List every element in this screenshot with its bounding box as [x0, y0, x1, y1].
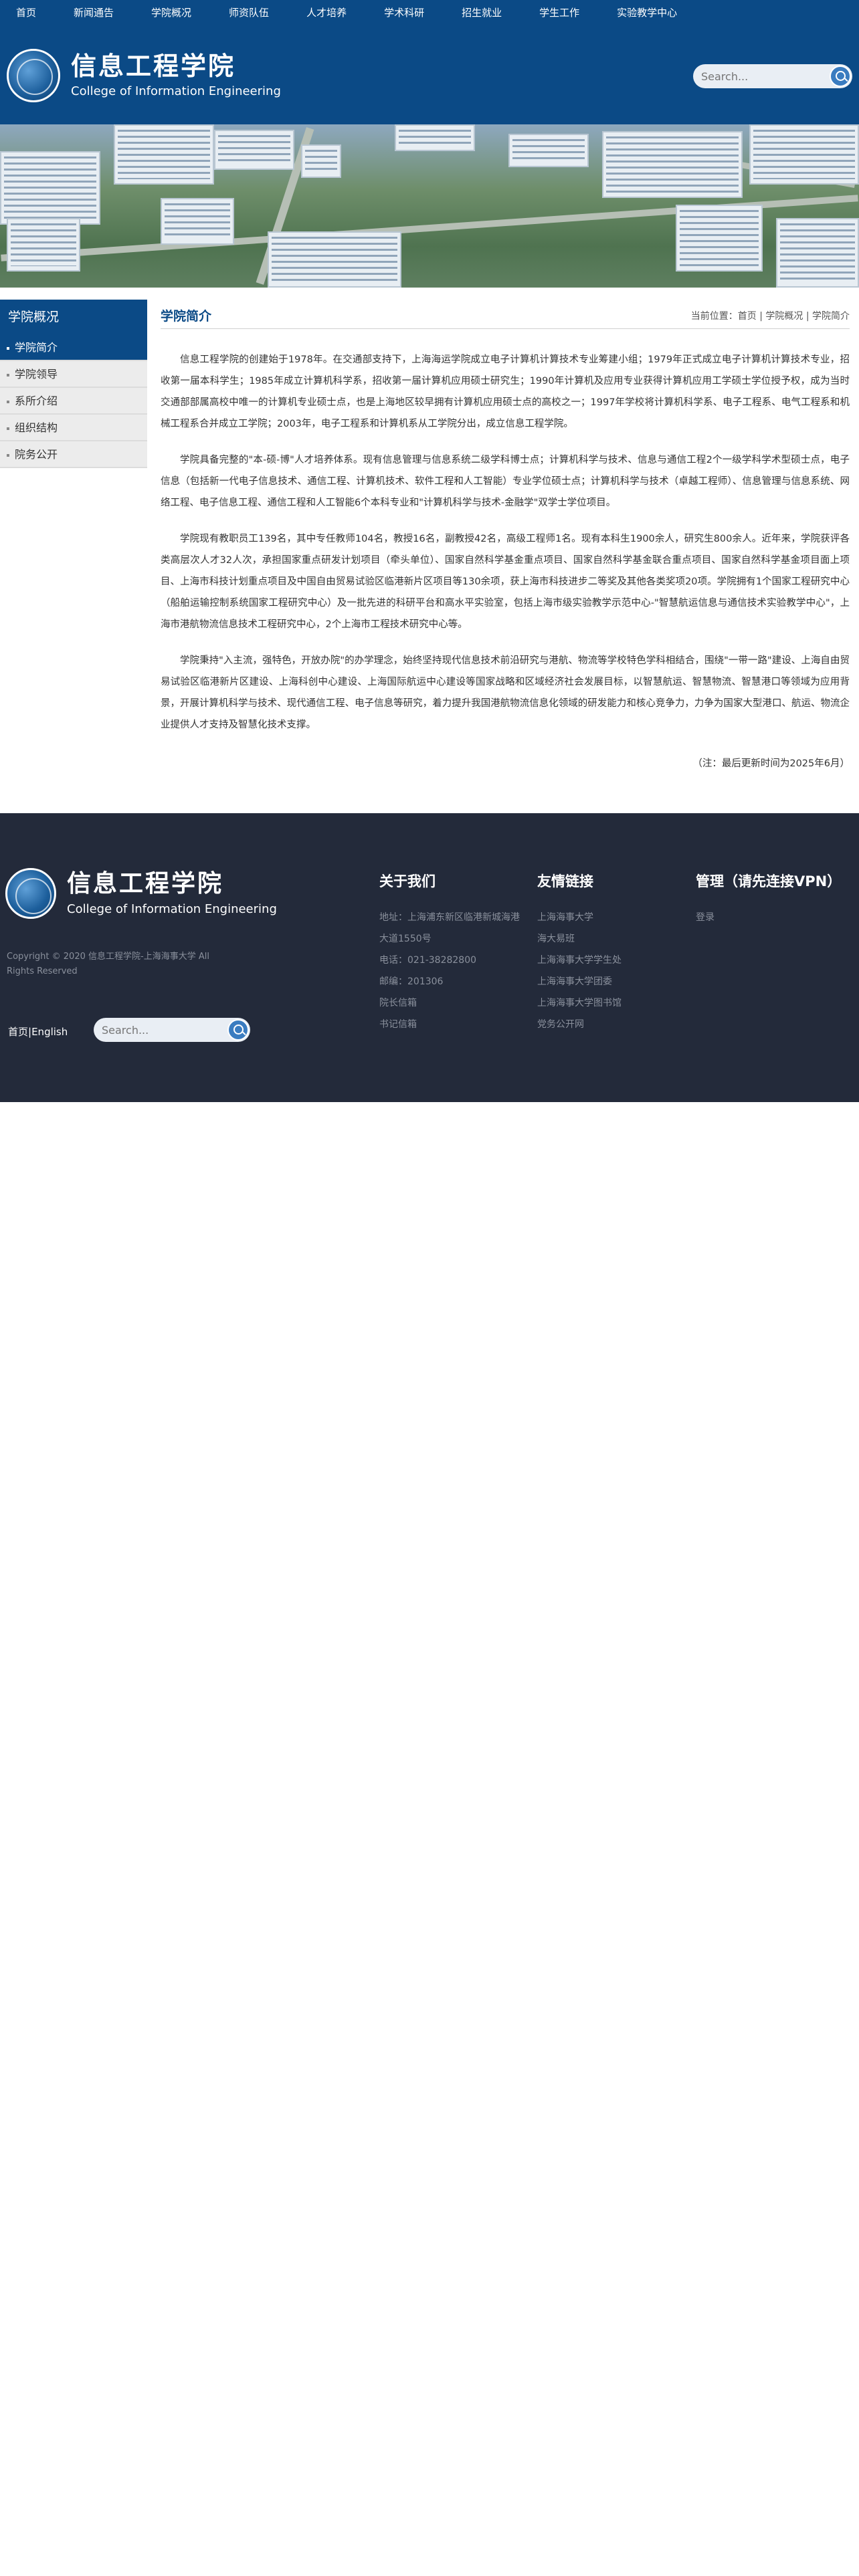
main-nav: 首页 新闻通告 学院概况 师资队伍 人才培养 学术科研 招生就业 学生工作 实验…	[0, 0, 859, 25]
nav-home[interactable]: 首页	[16, 0, 36, 25]
nav-education[interactable]: 人才培养	[306, 0, 347, 25]
footer-link[interactable]: 上海海事大学团委	[537, 971, 622, 992]
footer-logo[interactable]: 信息工程学院 College of Information Engineerin…	[5, 868, 277, 919]
intro-paragraph: 学院现有教职员工139名，其中专任教师104名，教授16名，副教授42名，高级工…	[161, 534, 850, 630]
search-icon[interactable]	[830, 66, 851, 87]
footer-links: 友情链接 上海海事大学 海大易班 上海海事大学学生处 上海海事大学团委 上海海事…	[537, 871, 622, 1035]
bullet-icon	[7, 400, 9, 403]
login-link[interactable]: 登录	[696, 907, 841, 928]
sidebar-item-affairs[interactable]: 院务公开	[0, 441, 147, 468]
site-footer: 信息工程学院 College of Information Engineerin…	[0, 813, 859, 1102]
breadcrumb-current[interactable]: 学院简介	[812, 311, 850, 322]
footer-admin: 管理（请先连接VPN） 登录	[696, 871, 841, 928]
footer-link[interactable]: 上海海事大学图书馆	[537, 992, 622, 1014]
nav-research[interactable]: 学术科研	[384, 0, 424, 25]
copyright-text: Copyright © 2020 信息工程学院-上海海事大学 All Right…	[7, 952, 209, 976]
lang-english-link[interactable]: English	[31, 1026, 68, 1038]
nav-about[interactable]: 学院概况	[151, 0, 191, 25]
footer-about: 关于我们 地址：上海浦东新区临港新城海港 大道1550号 电话：021-3828…	[379, 871, 520, 1035]
footer-link[interactable]: 海大易班	[537, 928, 622, 950]
lang-home-link[interactable]: 首页	[8, 1026, 28, 1038]
university-emblem-icon	[7, 49, 60, 102]
update-note: （注：最后更新时间为2025年6月）	[692, 758, 850, 769]
content-header: 学院简介 当前位置：首页 | 学院概况 | 学院简介	[161, 300, 850, 329]
sidebar-item-leadership[interactable]: 学院领导	[0, 361, 147, 388]
language-switch: 首页|English	[8, 1026, 68, 1038]
sidebar-item-departments[interactable]: 系所介绍	[0, 388, 147, 415]
site-header: 首页 新闻通告 学院概况 师资队伍 人才培养 学术科研 招生就业 学生工作 实验…	[0, 0, 859, 124]
bullet-icon	[7, 373, 9, 377]
breadcrumb-home[interactable]: 首页	[738, 311, 757, 322]
nav-news[interactable]: 新闻通告	[74, 0, 114, 25]
sidebar-item-intro[interactable]: 学院简介	[0, 334, 147, 361]
intro-paragraph: 学院秉持"入主流，强特色，开放办院"的办学理念，始终坚持现代信息技术前沿研究与港…	[161, 655, 850, 730]
footer-link[interactable]: 上海海事大学学生处	[537, 950, 622, 971]
search-icon[interactable]	[227, 1019, 249, 1041]
page-title: 学院简介	[161, 309, 212, 324]
main-content: 学院简介 当前位置：首页 | 学院概况 | 学院简介 信息工程学院的创建始于19…	[161, 300, 850, 770]
search-input[interactable]	[701, 70, 826, 83]
footer-search-input[interactable]	[102, 1023, 222, 1037]
bullet-icon	[7, 453, 9, 457]
footer-search	[94, 1018, 250, 1042]
bullet-icon	[7, 427, 9, 430]
footer-about-title: 关于我们	[379, 873, 436, 889]
university-emblem-icon	[5, 868, 56, 919]
campus-banner-image	[0, 124, 859, 288]
footer-logo-title-en: College of Information Engineering	[67, 902, 277, 916]
intro-paragraph: 学院具备完整的"本-硕-博"人才培养体系。现有信息管理与信息系统二级学科博士点；…	[161, 455, 850, 508]
footer-link[interactable]: 上海海事大学	[537, 907, 622, 928]
logo-title-cn: 信息工程学院	[71, 51, 236, 81]
site-logo[interactable]: 信息工程学院 College of Information Engineerin…	[7, 45, 281, 106]
nav-students[interactable]: 学生工作	[539, 0, 579, 25]
footer-phone: 电话：021-38282800	[379, 955, 477, 966]
bullet-icon	[7, 346, 9, 350]
sidebar-title: 学院概况	[0, 300, 147, 334]
footer-postcode: 邮编：201306	[379, 976, 444, 987]
footer-admin-title: 管理（请先连接VPN）	[696, 873, 842, 889]
footer-links-title: 友情链接	[537, 873, 593, 889]
footer-link[interactable]: 党务公开网	[537, 1014, 622, 1035]
intro-paragraph: 信息工程学院的创建始于1978年。在交通部支持下，上海海运学院成立电子计算机计算…	[161, 354, 850, 429]
sidebar: 学院概况 学院简介 学院领导 系所介绍 组织结构 院务公开	[0, 300, 147, 468]
footer-address-line: 大道1550号	[379, 934, 432, 944]
nav-admissions[interactable]: 招生就业	[462, 0, 502, 25]
footer-address-line: 地址：上海浦东新区临港新城海港	[379, 912, 520, 923]
sidebar-item-structure[interactable]: 组织结构	[0, 415, 147, 441]
footer-logo-title-cn: 信息工程学院	[67, 870, 224, 897]
dean-mailbox-link[interactable]: 院长信箱	[379, 992, 520, 1014]
nav-faculty[interactable]: 师资队伍	[229, 0, 269, 25]
nav-lab-center[interactable]: 实验教学中心	[617, 0, 677, 25]
header-search	[693, 64, 852, 88]
secretary-mailbox-link[interactable]: 书记信箱	[379, 1014, 520, 1035]
breadcrumb-about[interactable]: 学院概况	[765, 311, 803, 322]
breadcrumb: 当前位置：首页 | 学院概况 | 学院简介	[690, 311, 850, 322]
logo-title-en: College of Information Engineering	[71, 84, 281, 98]
